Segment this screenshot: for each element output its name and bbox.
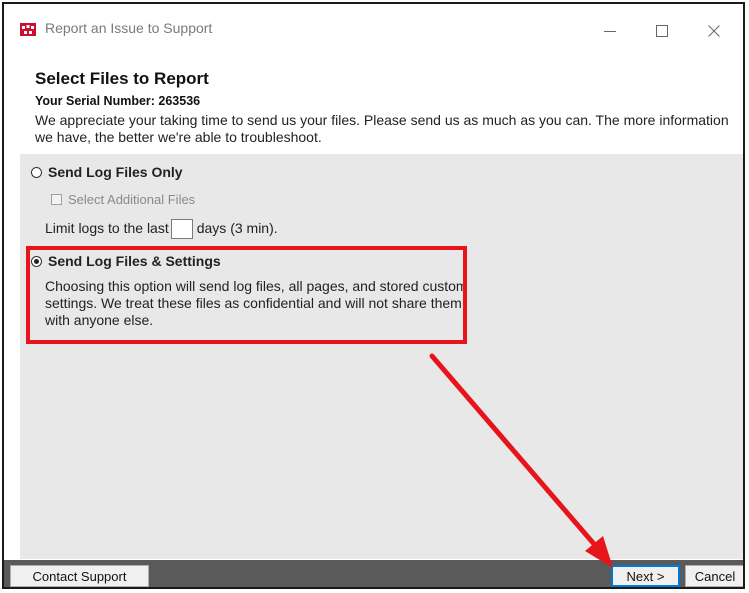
additional-files-checkbox[interactable] xyxy=(51,194,62,205)
close-icon xyxy=(708,25,720,37)
days-input[interactable] xyxy=(170,219,193,239)
serial-number: Your Serial Number: 263536 xyxy=(35,94,201,108)
dialog-header: Select Files to Report Your Serial Numbe… xyxy=(4,58,743,154)
log-only-label: Send Log Files Only xyxy=(48,164,183,180)
limit-suffix: days (3 min). xyxy=(196,220,278,236)
additional-files-row[interactable]: Select Additional Files xyxy=(51,192,195,207)
log-only-radio[interactable] xyxy=(31,166,42,178)
contact-support-button[interactable]: Contact Support xyxy=(10,565,149,587)
maximize-icon xyxy=(656,25,668,37)
options-panel: Send Log Files Only Select Additional Fi… xyxy=(20,154,743,559)
minimize-icon xyxy=(604,31,616,32)
close-button[interactable] xyxy=(694,14,734,48)
cancel-button[interactable]: Cancel xyxy=(685,565,743,587)
next-button[interactable]: Next > xyxy=(611,565,680,587)
app-logo-icon xyxy=(20,23,36,36)
option-log-files-only[interactable]: Send Log Files Only xyxy=(31,164,183,180)
report-issue-dialog: Report an Issue to Support Select Files … xyxy=(2,2,745,589)
title-bar: Report an Issue to Support xyxy=(4,4,743,58)
dialog-footer: Contact Support Next > Cancel xyxy=(4,560,743,587)
minimize-button[interactable] xyxy=(590,14,630,48)
additional-files-label: Select Additional Files xyxy=(68,192,196,207)
limit-logs-row: Limit logs to the last days (3 min). xyxy=(45,218,278,239)
header-description: We appreciate your taking time to send u… xyxy=(35,112,729,145)
page-title: Select Files to Report xyxy=(35,69,209,88)
window-title: Report an Issue to Support xyxy=(45,20,213,36)
maximize-button[interactable] xyxy=(642,14,682,48)
limit-prefix: Limit logs to the last xyxy=(45,220,169,236)
annotation-highlight-box xyxy=(26,246,467,344)
